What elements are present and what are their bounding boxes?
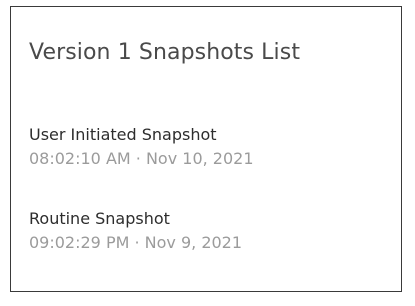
panel-title: Version 1 Snapshots List: [29, 40, 301, 65]
snapshot-name: Routine Snapshot: [29, 209, 170, 228]
snapshot-item-user-initiated[interactable]: User Initiated Snapshot 08:02:10 AM · No…: [29, 124, 254, 170]
snapshot-timestamp: 08:02:10 AM · Nov 10, 2021: [29, 149, 254, 168]
snapshot-name: User Initiated Snapshot: [29, 125, 217, 144]
snapshot-timestamp: 09:02:29 PM · Nov 9, 2021: [29, 233, 243, 252]
snapshots-panel: Version 1 Snapshots List User Initiated …: [10, 6, 402, 292]
snapshot-item-routine[interactable]: Routine Snapshot 09:02:29 PM · Nov 9, 20…: [29, 208, 242, 254]
